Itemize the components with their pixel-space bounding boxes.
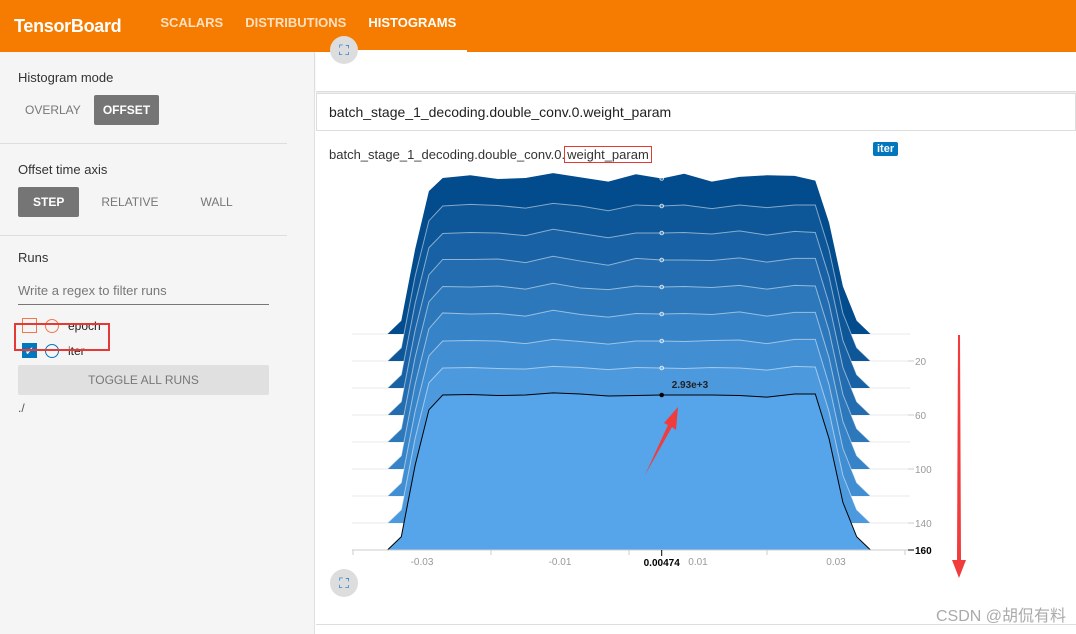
histogram-mode-section: Histogram mode OVERLAY OFFSET [0, 52, 287, 144]
x-tick-label: -0.03 [411, 557, 434, 568]
fullscreen-icon[interactable]: ⛶ [330, 36, 358, 64]
run-filter-input[interactable]: Write a regex to filter runs [18, 275, 269, 305]
histogram-layer-step-160 [387, 392, 871, 550]
category-header[interactable]: batch_stage_1_decoding.double_conv.0.wei… [316, 93, 1076, 131]
x-tick-label: 0.01 [688, 557, 708, 568]
hover-point [659, 392, 665, 398]
offset-button[interactable]: OFFSET [93, 95, 160, 125]
x-tick-label: -0.01 [549, 557, 572, 568]
y-tick-label: 60 [915, 411, 927, 422]
annotation-arrow [952, 335, 966, 578]
previous-card [316, 52, 1076, 92]
runs-title: Runs [18, 250, 49, 265]
annotation-box [14, 323, 110, 351]
y-tick-label: 20 [915, 357, 927, 368]
hover-value-label: 2.93e+3 [672, 380, 709, 391]
offset-axis-section: Offset time axis STEP RELATIVE WALL [0, 144, 287, 236]
hover-x-label: 0.00474 [644, 558, 681, 569]
y-tick-label: 160 [915, 546, 932, 557]
tab-scalars[interactable]: SCALARS [149, 0, 234, 52]
y-tick-label: 140 [915, 519, 932, 530]
x-tick-label: 0.03 [826, 557, 846, 568]
watermark: CSDN @胡侃有料 [935, 608, 1066, 625]
toggle-all-runs-button[interactable]: TOGGLE ALL RUNS [18, 365, 269, 395]
top-bar: TensorBoard SCALARS DISTRIBUTIONS HISTOG… [0, 0, 1076, 52]
wall-button[interactable]: WALL [180, 187, 252, 217]
y-tick-label: 100 [915, 465, 932, 476]
histogram-mode-title: Histogram mode [18, 70, 114, 85]
offset-axis-title: Offset time axis [18, 162, 108, 177]
relative-button[interactable]: RELATIVE [93, 187, 166, 217]
step-button[interactable]: STEP [18, 187, 80, 217]
app-logo[interactable]: TensorBoard [14, 16, 122, 37]
log-path: ./ [18, 401, 25, 415]
tab-histograms[interactable]: HISTOGRAMS [357, 0, 468, 52]
overlay-button[interactable]: OVERLAY [18, 95, 88, 125]
histogram-chart[interactable]: -0.03 -0.01 0.01 0.03 20 60 100 140 160 0.00474 2.… [316, 131, 1076, 625]
